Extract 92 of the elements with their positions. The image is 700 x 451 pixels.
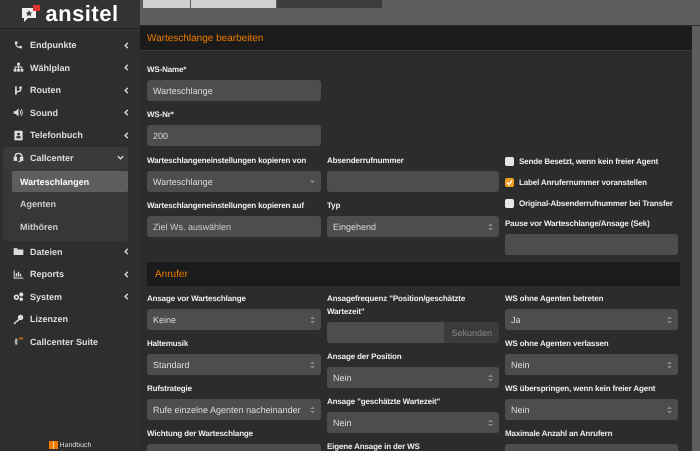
field-label: Haltemusik [147,338,190,350]
field-label: Maximale Anzahl an Anrufern [505,428,614,440]
checkbox-label: Label Anrufernummer voranstellen [519,178,647,186]
field-label: Ansagefrequenz "Position/geschätzte Wartezeit" [327,293,466,318]
input-field[interactable]: Warteschlange [147,80,321,101]
nav-item[interactable]: Endpunkte [0,34,140,56]
key-icon [13,314,24,325]
checkbox[interactable] [505,178,514,186]
field-label: Warteschlangeneinstellungen kopieren von [147,155,308,167]
nav-item[interactable]: Wählplan [0,56,140,79]
nav-item[interactable]: Dateien [0,240,140,263]
input-field[interactable]: Ziel Ws. auswählen [147,216,321,237]
section-title: Anrufer [155,268,188,280]
phone-icon [13,40,24,51]
checkbox-label: Original-Absenderrufnummer bei Transfer [519,198,673,208]
select-field[interactable]: Nein [505,399,678,420]
field-label: WS ohne Agenten betreten [505,293,604,305]
chevron-icon [123,293,130,300]
logo-text: ansitel [45,1,119,27]
nav-item[interactable]: System [0,286,140,308]
panel-title: Warteschlange bearbeiten [147,32,264,44]
updown-arrow-icon [310,406,315,414]
chevron-icon [123,270,130,278]
field-label: Wichtung der Warteschlange [147,428,254,440]
select-field[interactable]: Eingehend [327,216,499,237]
breadcrumb-tab[interactable] [191,0,276,8]
nav-subitem[interactable]: Mithören [12,216,128,237]
field-label: WS-Nr* [147,109,175,121]
sitemap-icon [13,62,24,74]
book-icon [48,441,58,449]
nav-item[interactable]: Lizenzen [0,308,140,330]
chevron-icon [117,154,124,162]
checkbox[interactable] [505,198,514,208]
nav-item[interactable]: Sound [0,102,140,124]
field-label: WS ohne Agenten verlassen [505,338,610,350]
chevron-icon [123,86,130,94]
updown-arrow-icon [310,316,315,324]
updown-arrow-icon [488,418,493,426]
field-label: Eigene Ansage in der WS [327,441,421,451]
nav-item[interactable]: Reports [0,263,140,286]
field-label: Rufstrategie [147,383,193,395]
nav-item[interactable]: Callcenter Suite [0,330,140,353]
updown-arrow-icon [667,316,672,324]
unit-addon: Sekunden [444,322,499,343]
field-label: Ansage vor Warteschlange [147,293,247,305]
book-icon [13,130,24,141]
speaker-icon [13,107,24,118]
chevron-icon [123,64,130,72]
field-label: Ansage der Position [327,351,402,363]
field-label: Typ [327,200,342,212]
updown-arrow-icon [667,360,672,368]
select-field[interactable]: Warteschlange [147,171,321,192]
input-field[interactable] [505,234,678,255]
checkbox-label: Sende Besetzt, wenn kein freier Agent [519,156,658,166]
select-field[interactable]: Nein [327,367,499,388]
checkbox[interactable] [505,156,514,166]
field-label: Ansage "geschätzte Wartezeit" [327,396,442,408]
nav-item[interactable]: Telefonbuch [0,124,140,146]
select-field[interactable]: Keine [147,309,321,330]
breadcrumb-tab[interactable] [143,0,190,8]
chevron-icon [123,248,130,256]
select-field[interactable]: Standard [147,354,321,375]
cogs-icon [13,291,24,302]
fork-icon [13,84,24,96]
field-label: Absenderrufnummer [327,155,405,167]
field-label: WS-Name* [147,64,188,76]
nav-subitem[interactable]: Agenten [12,194,128,214]
logo-icon [21,5,42,23]
field-label: Pause vor Warteschlange/Ansage (Sek) [505,218,651,230]
caret-icon [310,180,315,184]
folder-icon [13,246,24,258]
input-field[interactable] [327,322,444,343]
breadcrumb-tab[interactable] [277,0,382,8]
chevron-icon [123,42,130,49]
chevron-icon [123,109,130,116]
nav-item[interactable]: Routen [0,79,140,102]
updown-arrow-icon [488,374,493,382]
select-field[interactable]: Nein [327,412,499,433]
chevron-icon [123,132,130,139]
select-field[interactable]: Rufe einzelne Agenten nacheinander [147,399,321,420]
nav-subitem[interactable]: Warteschlangen [12,171,128,192]
headset-icon [13,152,24,164]
field-label: WS überspringen, wenn kein freier Agent [505,383,656,395]
updown-arrow-icon [310,360,315,368]
updown-arrow-icon [488,222,493,230]
field-label: Warteschlangeneinstellungen kopieren auf [147,200,305,212]
chart-icon [13,268,24,280]
select-field[interactable]: Nein [505,354,678,375]
select-field[interactable]: Ja [505,309,678,330]
updown-arrow-icon [667,406,672,414]
input-field[interactable] [327,171,499,192]
input-field[interactable]: 200 [147,125,321,146]
